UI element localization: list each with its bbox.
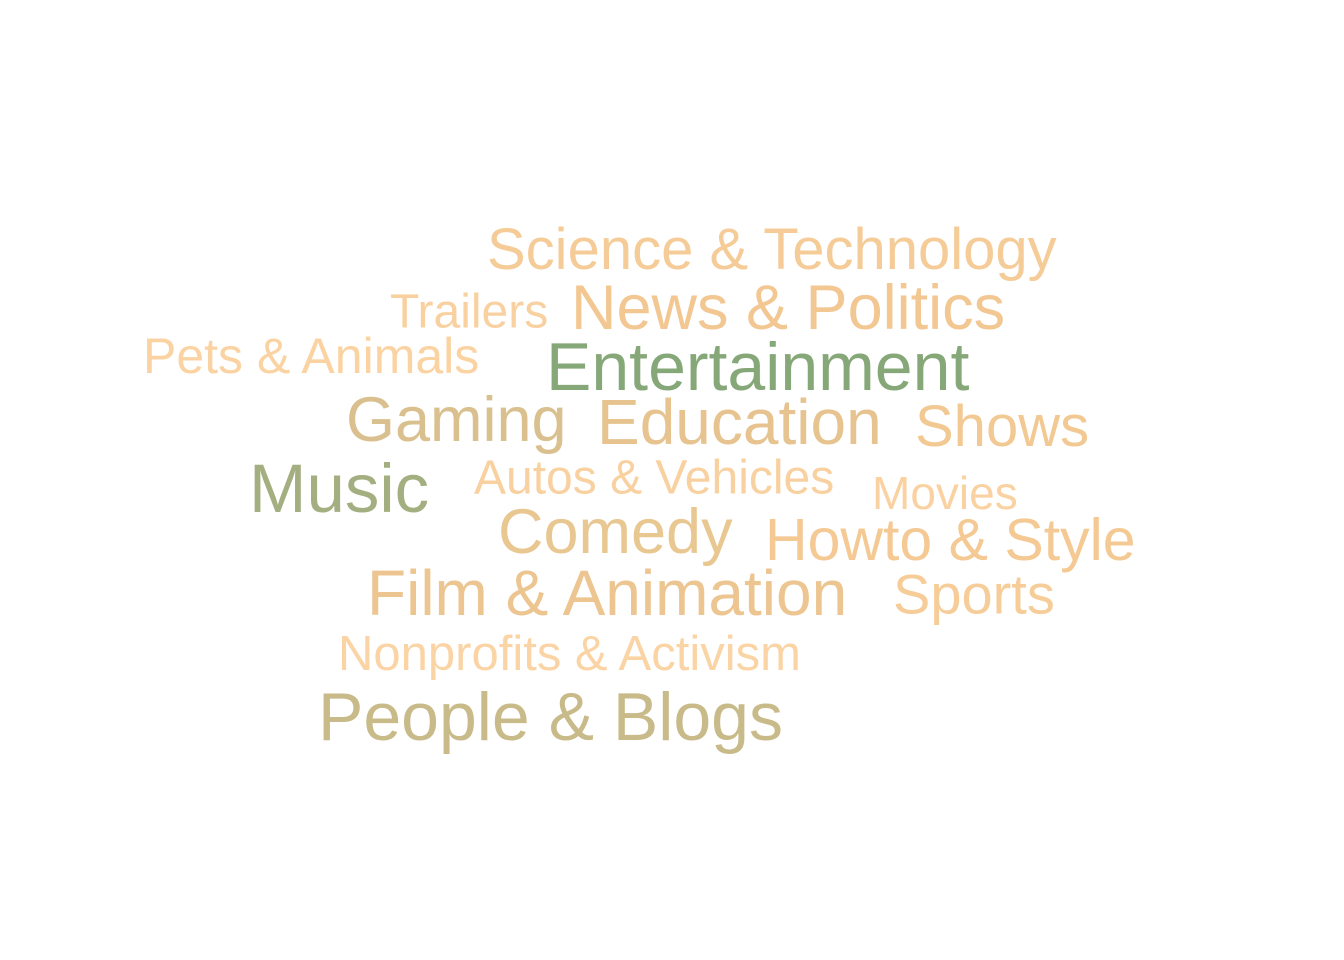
word-gaming: Gaming <box>346 384 567 455</box>
word-sports: Sports <box>893 562 1055 626</box>
word-comedy: Comedy <box>498 496 733 567</box>
word-film-animation: Film & Animation <box>367 557 848 630</box>
word-cloud: Science & Technology Trailers News & Pol… <box>0 0 1344 960</box>
word-science-technology: Science & Technology <box>487 216 1057 282</box>
word-autos-vehicles: Autos & Vehicles <box>474 451 835 505</box>
word-education: Education <box>597 386 882 459</box>
word-people-blogs: People & Blogs <box>318 678 783 755</box>
word-pets-animals: Pets & Animals <box>143 328 480 384</box>
word-shows: Shows <box>915 393 1090 459</box>
word-music: Music <box>249 450 430 528</box>
word-nonprofits-activism: Nonprofits & Activism <box>338 626 801 681</box>
